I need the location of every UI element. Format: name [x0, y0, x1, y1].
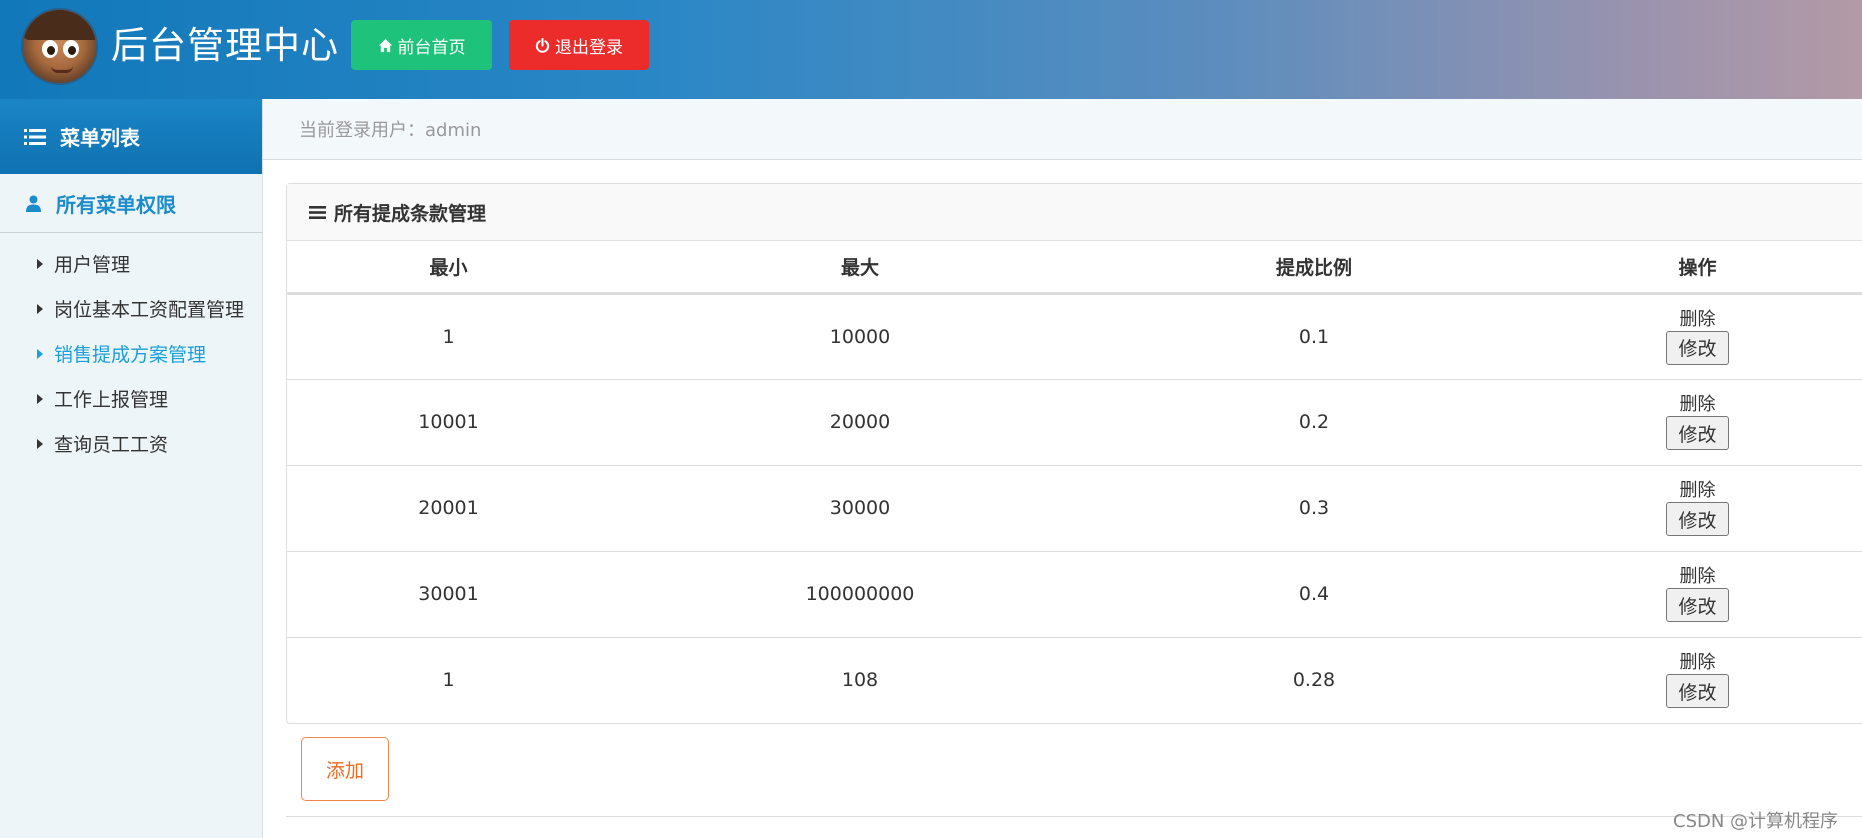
delete-link[interactable]: 删除 — [1680, 394, 1716, 416]
table-row: 20001 30000 0.3 删除 修改 — [287, 465, 1862, 552]
caret-right-icon — [37, 348, 43, 359]
caret-right-icon — [37, 303, 43, 314]
cell-ratio: 0.2 — [1110, 379, 1518, 466]
table-header-row: 最小 最大 提成比例 操作 — [287, 241, 1862, 295]
cell-actions: 删除 修改 — [1518, 379, 1862, 466]
delete-link[interactable]: 删除 — [1680, 480, 1716, 502]
cell-actions: 删除 修改 — [1518, 293, 1862, 380]
cell-min: 20001 — [287, 465, 610, 552]
cell-min: 10001 — [287, 379, 610, 466]
sidebar-item-label: 查询员工工资 — [54, 434, 169, 456]
cell-max: 30000 — [610, 465, 1110, 552]
home-button-label: 前台首页 — [397, 37, 466, 58]
edit-button[interactable]: 修改 — [1666, 330, 1729, 365]
cell-max: 100000000 — [610, 551, 1110, 638]
sidebar-item-work-report[interactable]: 工作上报管理 — [0, 376, 262, 421]
sidebar: 菜单列表 所有菜单权限 用户管理 岗位基本工资配置管理 销售提成方案管理 工作上… — [0, 99, 263, 838]
panel-title: 所有提成条款管理 — [334, 202, 487, 225]
sidebar-item-label: 岗位基本工资配置管理 — [54, 299, 245, 321]
column-header-max: 最大 — [610, 241, 1110, 295]
user-icon — [26, 195, 41, 212]
edit-button[interactable]: 修改 — [1666, 588, 1729, 622]
cell-min: 1 — [287, 293, 610, 380]
home-icon — [378, 38, 392, 52]
cell-actions: 删除 修改 — [1518, 637, 1862, 723]
edit-button[interactable]: 修改 — [1666, 416, 1729, 450]
delete-link[interactable]: 删除 — [1680, 309, 1716, 331]
cell-max: 10000 — [610, 293, 1110, 380]
cell-ratio: 0.28 — [1292, 669, 1336, 692]
power-icon — [535, 37, 550, 53]
home-button[interactable]: 前台首页 — [351, 20, 492, 70]
cell-min: 30001 — [287, 551, 610, 638]
list-icon — [24, 128, 46, 145]
caret-right-icon — [37, 393, 43, 404]
section-title[interactable]: 所有菜单权限 — [0, 174, 262, 233]
table-row: 1 108 0.28 删除 修改 — [287, 637, 1862, 723]
cell-ratio: 0.3 — [1110, 465, 1518, 552]
logout-button-label: 退出登录 — [555, 37, 623, 58]
cell-ratio: 0.1 — [1110, 293, 1518, 380]
section-title-label: 所有菜单权限 — [56, 192, 176, 217]
nav-list: 用户管理 岗位基本工资配置管理 销售提成方案管理 工作上报管理 查询员工工资 — [0, 233, 262, 466]
column-header-ratio: 提成比例 — [1110, 241, 1518, 295]
cell-max: 108 — [841, 669, 879, 692]
current-user-text: 当前登录用户：admin — [299, 120, 482, 141]
current-user-bar: 当前登录用户：admin — [263, 99, 1862, 160]
avatar — [21, 8, 98, 85]
edit-button[interactable]: 修改 — [1666, 502, 1729, 536]
menu-title-label: 菜单列表 — [60, 126, 140, 150]
table-row: 30001 100000000 0.4 删除 修改 — [287, 551, 1862, 638]
table-row: 10001 20000 0.2 删除 修改 — [287, 379, 1862, 466]
sidebar-item-label: 用户管理 — [54, 254, 131, 276]
commission-table: 最小 最大 提成比例 操作 1 10000 0.1 删除 修改 10001 20… — [287, 241, 1862, 723]
caret-right-icon — [37, 438, 43, 449]
top-header: 后台管理中心 前台首页 退出登录 — [0, 0, 1862, 99]
cell-max: 20000 — [610, 379, 1110, 466]
table-row: 1 10000 0.1 删除 修改 — [287, 293, 1862, 380]
cell-actions: 删除 修改 — [1518, 465, 1862, 552]
column-header-min: 最小 — [287, 241, 610, 295]
panel-header: 所有提成条款管理 — [287, 184, 1862, 241]
bars-icon — [309, 205, 326, 219]
delete-link[interactable]: 删除 — [1680, 566, 1716, 588]
cell-actions: 删除 修改 — [1518, 551, 1862, 638]
add-button[interactable]: 添加 — [301, 737, 389, 801]
sidebar-item-sales-commission[interactable]: 销售提成方案管理 — [0, 331, 262, 376]
logout-button[interactable]: 退出登录 — [509, 20, 649, 70]
sidebar-item-user-management[interactable]: 用户管理 — [0, 241, 262, 286]
cell-min: 1 — [442, 669, 455, 692]
delete-link[interactable]: 删除 — [1680, 652, 1716, 674]
app-title: 后台管理中心 — [111, 24, 339, 67]
sidebar-item-base-salary-config[interactable]: 岗位基本工资配置管理 — [0, 286, 262, 331]
cell-ratio: 0.4 — [1110, 551, 1518, 638]
caret-right-icon — [37, 258, 43, 269]
commission-panel: 所有提成条款管理 最小 最大 提成比例 操作 1 10000 0.1 删除 修改 — [286, 183, 1862, 724]
edit-button[interactable]: 修改 — [1666, 674, 1729, 709]
sidebar-item-label: 工作上报管理 — [54, 389, 169, 411]
sidebar-item-label: 销售提成方案管理 — [54, 344, 207, 366]
menu-title: 菜单列表 — [0, 99, 262, 174]
column-header-actions: 操作 — [1518, 241, 1862, 295]
watermark: CSDN @计算机程序 — [1673, 811, 1839, 832]
divider — [286, 816, 1862, 817]
sidebar-item-employee-salary[interactable]: 查询员工工资 — [0, 421, 262, 466]
